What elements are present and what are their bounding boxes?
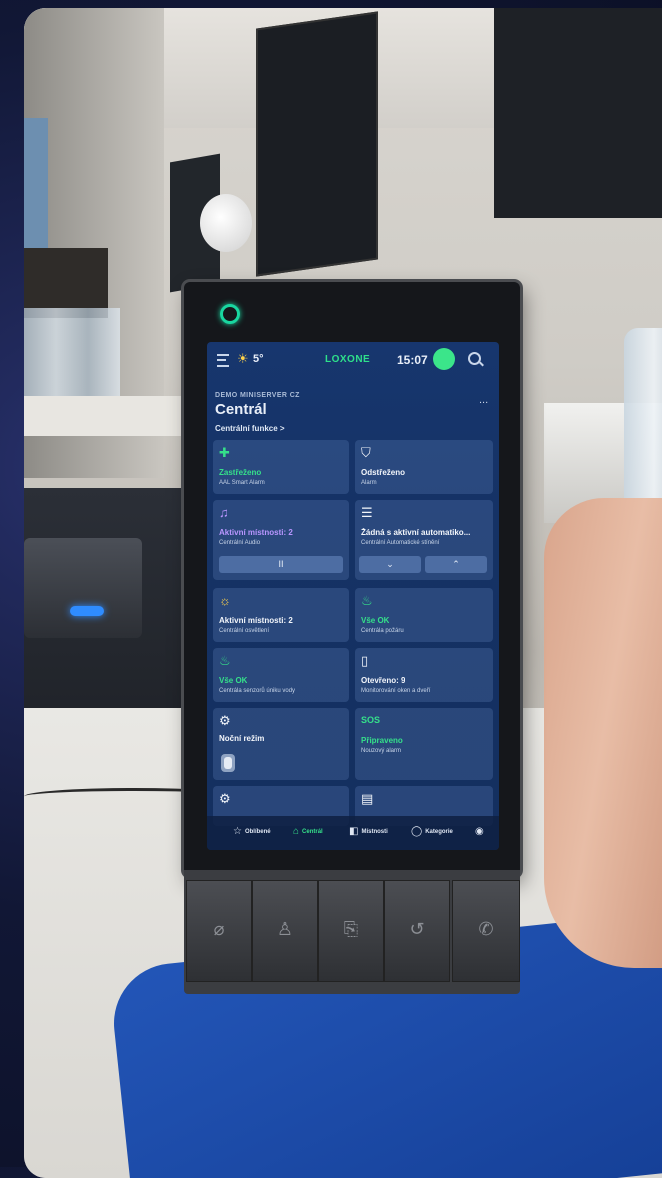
ceiling-lamp: [200, 194, 252, 252]
small-device: [24, 538, 142, 638]
tile-subtitle: Monitorování oken a dveří: [361, 688, 431, 694]
device-led: [70, 606, 104, 616]
tile-subtitle: Centrální Audio: [219, 540, 261, 546]
tile-window-monitor[interactable]: ▯ Otevřeno: 9 Monitorování oken a dveří: [355, 648, 493, 702]
temperature: 5°: [253, 353, 264, 365]
breadcrumb[interactable]: Centrální funkce >: [215, 424, 285, 433]
tab-favorites[interactable]: ☆ Oblíbené: [233, 826, 271, 837]
menu-icon[interactable]: [217, 354, 229, 367]
bulb-icon: ☼: [219, 593, 231, 608]
tile-title: Vše OK: [219, 676, 248, 685]
tile-title: Zastřeženo: [219, 468, 262, 477]
water-sensor-icon: ♨: [219, 653, 231, 668]
bottom-tab-bar: ☆ Oblíbené ⌂ Centrál ◧ Místnosti ◯ Kategorie…: [207, 816, 499, 850]
tile-title: Připraveno: [361, 736, 403, 745]
window-icon: ▯: [361, 653, 369, 668]
physical-button-1[interactable]: ⌀: [186, 880, 252, 982]
physical-button-2[interactable]: ♙: [252, 880, 318, 982]
tile-subtitle: Centrála senzorů úniku vody: [219, 688, 296, 694]
tile-central-audio[interactable]: ♫ Aktivní místnosti: 2 Centrální Audio I…: [213, 500, 349, 580]
tab-label: Kategorie: [425, 829, 453, 836]
tile-title: Aktivní místnosti: 2: [219, 616, 293, 625]
top-bar: ☀ 5° LOXONE 15:07: [207, 342, 499, 378]
more-icon[interactable]: ...: [479, 394, 488, 406]
search-icon[interactable]: [468, 352, 481, 365]
blinds-icon: ☰: [361, 505, 373, 520]
tab-label: Centrál: [302, 829, 323, 836]
tab-rooms[interactable]: ◧ Místnosti: [349, 826, 388, 837]
status-led-ring: [220, 304, 240, 324]
home-icon: ⌂: [293, 826, 300, 837]
tile-subtitle: Centrální Automatické stínění: [361, 540, 440, 546]
tile-subtitle: Centrální osvětlení: [219, 628, 270, 634]
hand: [544, 498, 662, 968]
tile-subtitle: Alarm: [361, 480, 377, 486]
chevron-right-icon: >: [279, 424, 285, 433]
tile-water-leak[interactable]: ♨ Vše OK Centrála senzorů úniku vody: [213, 648, 349, 702]
plus-icon: ✚: [219, 445, 230, 460]
tab-label: Místnosti: [361, 829, 388, 836]
wall-monitor-right: [494, 8, 662, 218]
touch-screen: ☀ 5° LOXONE 15:07 DEMO MINISERVER CZ ...…: [207, 342, 499, 850]
tile-title: Vše OK: [361, 616, 390, 625]
tab-categories[interactable]: ◯ Kategorie: [411, 826, 453, 837]
physical-button-4[interactable]: ↺: [384, 880, 450, 982]
room-icon: ◧: [349, 826, 359, 837]
tab-label: Oblíbené: [244, 829, 271, 836]
shield-icon: ⛉: [361, 445, 371, 460]
tab-location[interactable]: ◉: [475, 826, 487, 837]
tile-subtitle: Nouzový alarm: [361, 748, 402, 754]
tile-title: Noční režim: [219, 734, 265, 743]
music-note-icon: ♫: [219, 505, 229, 520]
category-icon: ◯: [411, 826, 423, 837]
breadcrumb-label: Centrální funkce: [215, 424, 278, 433]
location-icon: ◉: [475, 826, 484, 837]
tile-title: Otevřeno: 9: [361, 676, 406, 685]
tile-title: Aktivní místnosti: 2: [219, 528, 293, 537]
pause-button[interactable]: II: [219, 556, 343, 573]
physical-button-5[interactable]: ✆: [452, 880, 520, 982]
window: [24, 118, 48, 248]
tile-title: Odstřeženo: [361, 468, 406, 477]
night-mode-toggle[interactable]: [221, 754, 235, 772]
tab-central[interactable]: ⌂ Centrál: [293, 826, 323, 837]
tile-night-mode[interactable]: ⚙ Noční režim: [213, 708, 349, 780]
side-table: [24, 396, 194, 436]
tile-emergency-alarm[interactable]: SOS Připraveno Nouzový alarm: [355, 708, 493, 780]
tile-central-lighting[interactable]: ☼ Aktivní místnosti: 2 Centrální osvětle…: [213, 588, 349, 642]
physical-button-3[interactable]: ⎘: [318, 880, 384, 982]
tile-fire-central[interactable]: ♨ Vše OK Centrála požáru: [355, 588, 493, 642]
document-icon: ▤: [361, 791, 374, 806]
gear-icon: ⚙: [219, 791, 231, 806]
gear-icon: ⚙: [219, 713, 231, 728]
tile-aal-smart-alarm[interactable]: ✚ Zastřeženo AAL Smart Alarm: [213, 440, 349, 494]
tile-central-shading[interactable]: ☰ Žádná s aktivní automatiko... Centráln…: [355, 500, 493, 580]
avatar[interactable]: [433, 348, 455, 370]
shade-down-button[interactable]: ⌄: [359, 556, 421, 573]
tile-subtitle: Centrála požáru: [361, 628, 404, 634]
fire-sensor-icon: ♨: [361, 593, 373, 608]
tile-alarm[interactable]: ⛉ Odstřeženo Alarm: [355, 440, 493, 494]
loxone-logo: LOXONE: [325, 354, 371, 365]
clock: 15:07: [397, 353, 428, 367]
shade-up-button[interactable]: ⌃: [425, 556, 487, 573]
star-icon: ☆: [233, 826, 242, 837]
tile-subtitle: AAL Smart Alarm: [219, 480, 265, 486]
sun-cloud-icon: ☀: [237, 351, 249, 366]
sos-icon: SOS: [361, 715, 381, 725]
tile-title: Žádná s aktivní automatiko...: [361, 528, 471, 537]
wall-monitor-center: [256, 11, 378, 277]
miniserver-name: DEMO MINISERVER CZ: [215, 392, 300, 399]
page-title: Centrál: [215, 401, 267, 418]
